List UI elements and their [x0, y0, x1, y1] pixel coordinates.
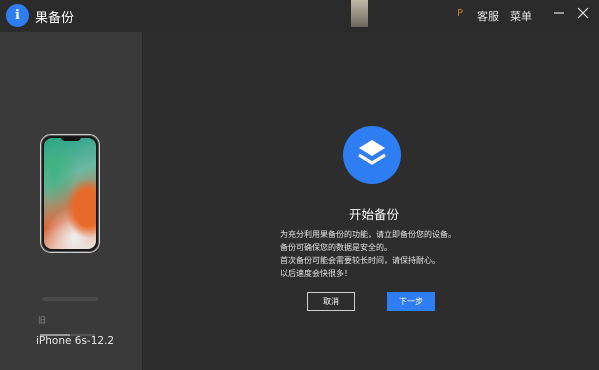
cancel-button[interactable]: 取消	[307, 292, 355, 311]
page-title: 开始备份	[348, 207, 399, 222]
main-panel: 开始备份 为充分利用果备份的功能，请立即备份您的设备。 备份可确保您的数据是安全…	[144, 32, 599, 370]
layers-icon	[358, 140, 386, 165]
minimize-button[interactable]	[550, 4, 568, 22]
description-line: 以后速度会快很多！	[280, 269, 352, 278]
title-bar: i 果备份 P 客服 菜单	[0, 0, 599, 32]
customer-service-menu[interactable]: 客服	[477, 8, 499, 24]
main-menu[interactable]: 菜单	[510, 8, 532, 24]
device-name[interactable]: iPhone 6s-12.2	[36, 335, 114, 347]
next-step-button[interactable]: 下一步	[387, 292, 435, 311]
backup-layers-icon	[343, 126, 401, 184]
description: 为充分利用果备份的功能，请立即备份您的设备。 备份可确保您的数据是安全的。 首次…	[280, 228, 456, 280]
description-line: 备份可确保您的数据是安全的。	[280, 243, 392, 252]
app-logo-icon: i	[6, 4, 29, 27]
title-thumbnail	[351, 0, 368, 27]
close-button[interactable]	[574, 4, 592, 22]
title-marker: P	[457, 8, 464, 19]
app-title: 果备份	[35, 11, 75, 26]
close-icon	[577, 7, 589, 19]
description-line: 首次备份可能会需要较长时间，请保持耐心。	[280, 256, 440, 265]
app-logo-glyph: i	[15, 8, 20, 23]
description-line: 为充分利用果备份的功能，请立即备份您的设备。	[280, 230, 456, 239]
device-sidebar: 旧 iPhone 6s-12.2	[0, 32, 143, 370]
device-phone-image	[40, 134, 100, 253]
device-reflection	[42, 297, 98, 301]
device-screen	[44, 138, 96, 249]
device-notch	[61, 137, 81, 141]
minimize-icon	[554, 12, 564, 14]
device-small-label: 旧	[38, 316, 46, 325]
